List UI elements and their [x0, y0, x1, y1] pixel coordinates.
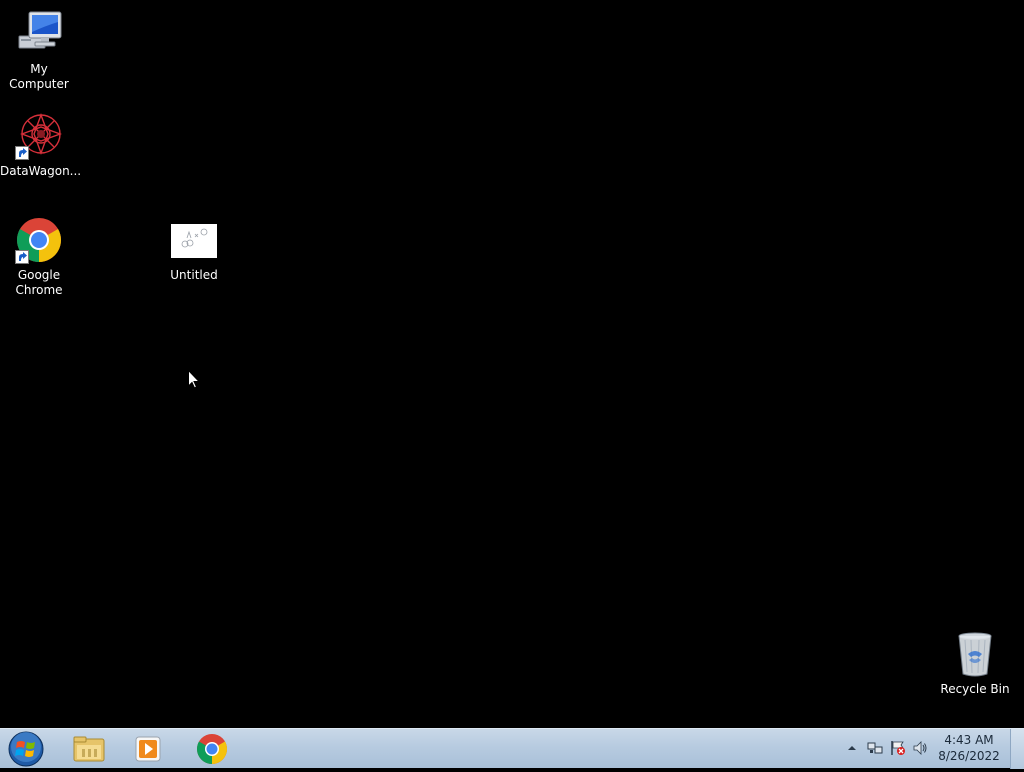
computer-icon [15, 10, 63, 58]
media-player-icon [135, 736, 161, 762]
action-center-flag-icon[interactable] [890, 740, 906, 756]
taskbar: 4:43 AM 8/26/2022 [0, 728, 1024, 769]
taskbar-media-player[interactable] [122, 731, 176, 767]
taskbar-clock[interactable]: 4:43 AM 8/26/2022 [936, 732, 1002, 764]
file-explorer-icon [73, 736, 105, 762]
system-tray: 4:43 AM 8/26/2022 [834, 729, 1024, 769]
shortcut-arrow-icon [15, 146, 29, 160]
recycle-bin[interactable]: Recycle Bin [936, 630, 1014, 697]
untitled-file[interactable]: Untitled [155, 224, 233, 283]
taskbar-file-explorer[interactable] [62, 731, 116, 767]
clock-date: 8/26/2022 [938, 749, 1000, 763]
google-chrome-shortcut[interactable]: Google Chrome [0, 216, 78, 298]
datawagon-label: DataWagon... [0, 164, 82, 178]
network-icon[interactable] [867, 740, 883, 756]
mouse-cursor-icon [188, 369, 201, 389]
clock-time: 4:43 AM [944, 733, 994, 747]
shortcut-arrow-icon [15, 250, 29, 264]
google-chrome-label: Google Chrome [15, 268, 63, 297]
show-desktop-button[interactable] [1010, 729, 1024, 769]
untitled-label: Untitled [170, 268, 218, 282]
start-button[interactable] [6, 730, 46, 768]
my-computer-shortcut[interactable]: My Computer [0, 10, 78, 92]
volume-icon[interactable] [912, 740, 928, 756]
windows-start-icon [8, 731, 44, 767]
image-file-icon [171, 224, 217, 264]
chrome-icon [15, 216, 63, 264]
datawagon-icon [15, 112, 63, 160]
desktop[interactable]: My Computer DataWagon... Google Chrome U… [0, 0, 1024, 728]
datawagon-shortcut[interactable]: DataWagon... [0, 112, 82, 179]
chrome-icon [196, 734, 228, 764]
my-computer-label: My Computer [9, 62, 69, 91]
show-hidden-icons-arrow[interactable] [844, 740, 860, 756]
recycle-bin-label: Recycle Bin [940, 682, 1010, 696]
recycle-bin-icon [951, 630, 999, 678]
taskbar-chrome[interactable] [185, 731, 239, 767]
